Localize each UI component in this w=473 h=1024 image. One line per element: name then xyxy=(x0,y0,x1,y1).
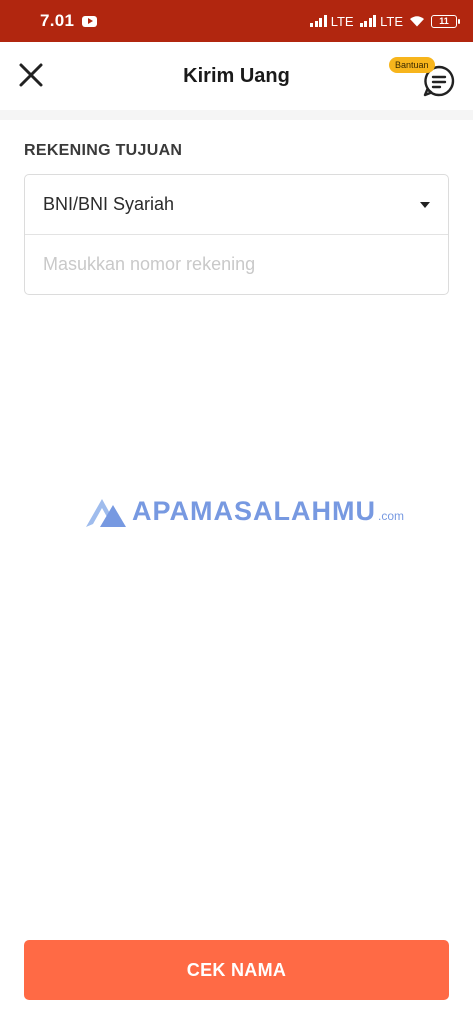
close-icon xyxy=(19,63,43,87)
app-header: Kirim Uang Bantuan xyxy=(0,42,473,110)
wifi-icon xyxy=(410,16,424,27)
watermark: APAMASALAHMU .com xyxy=(86,496,404,527)
watermark-logo-icon xyxy=(86,498,126,527)
network-type-1: LTE xyxy=(330,13,354,29)
page-title: Kirim Uang xyxy=(183,64,290,87)
watermark-text: APAMASALAHMU xyxy=(132,496,376,526)
close-button[interactable] xyxy=(16,60,46,90)
status-time: 7.01 xyxy=(40,11,75,30)
watermark-suffix: .com xyxy=(377,508,404,523)
status-indicators: LTE LTE 11 xyxy=(310,13,460,29)
battery-icon: 11 xyxy=(431,14,460,28)
signal-icon xyxy=(359,15,377,27)
network-type-2: LTE xyxy=(380,13,403,29)
help-badge: Bantuan xyxy=(389,57,435,73)
bank-select[interactable]: BNI/BNI Syariah xyxy=(25,175,448,235)
youtube-icon xyxy=(82,15,98,27)
signal-icon xyxy=(310,15,327,27)
section-label: REKENING TUJUAN xyxy=(24,142,183,159)
header-divider xyxy=(0,110,473,120)
check-name-button[interactable]: CEK NAMA xyxy=(24,940,449,1000)
account-number-input[interactable] xyxy=(25,235,448,294)
status-bar: 7.01 LTE LTE 11 xyxy=(0,0,473,42)
caret-down-icon xyxy=(420,201,430,208)
help-button[interactable]: Bantuan xyxy=(386,56,458,102)
bank-select-value: BNI/BNI Syariah xyxy=(43,194,175,214)
destination-account-card: BNI/BNI Syariah xyxy=(24,174,449,295)
